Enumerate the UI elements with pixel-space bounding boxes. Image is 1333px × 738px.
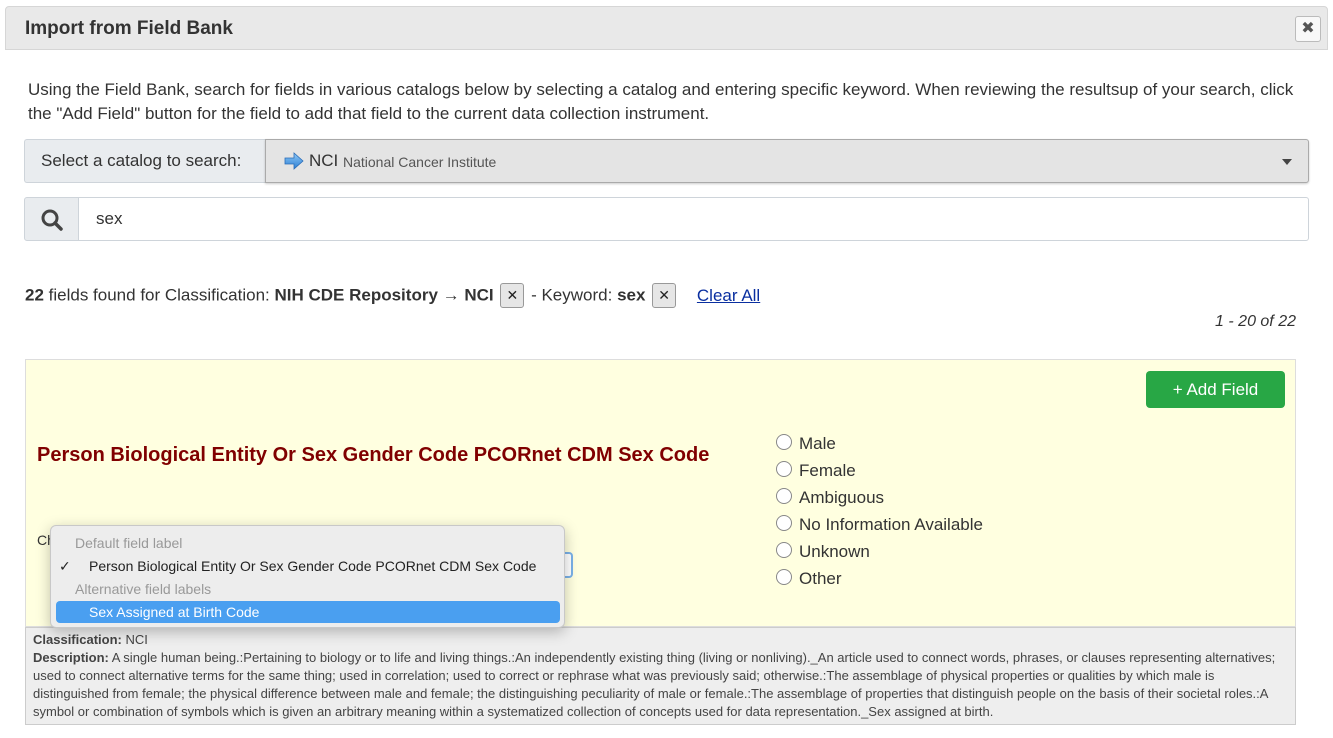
field-details: Classification: NCI Description: A singl… (25, 627, 1296, 725)
dropdown-option-highlighted[interactable]: Sex Assigned at Birth Code (56, 601, 560, 623)
radio-button[interactable] (776, 514, 792, 531)
catalog-label: Select a catalog to search: (24, 139, 266, 183)
remove-keyword-button[interactable]: ✕ (652, 283, 677, 308)
catalog-abbr: NCI (309, 151, 339, 170)
results-count: 22 (25, 285, 44, 305)
description-label: Description: (33, 650, 109, 665)
radio-button[interactable] (776, 433, 792, 450)
radio-button[interactable] (776, 541, 792, 558)
radio-button[interactable] (776, 487, 792, 504)
option-label: Unknown (799, 541, 870, 561)
option-item[interactable]: Other (776, 565, 983, 592)
radio-button[interactable] (776, 460, 792, 477)
option-label: Other (799, 568, 842, 588)
results-text: fields found for Classification: (43, 285, 275, 305)
arrow-right-icon (284, 152, 304, 170)
results-summary: 22 fields found for Classification: NIH … (25, 283, 760, 309)
field-title: Person Biological Entity Or Sex Gender C… (37, 444, 710, 466)
option-item[interactable]: Unknown (776, 538, 983, 565)
option-list: Male Female Ambiguous No Information Ava… (776, 430, 983, 592)
search-icon (41, 209, 63, 231)
option-item[interactable]: Ambiguous (776, 484, 983, 511)
option-label: Ambiguous (799, 487, 885, 507)
pager-info: 1 - 20 of 22 (1215, 313, 1296, 330)
description-text: A single human being.:Pertaining to biol… (33, 650, 1276, 719)
field-label-dropdown: Default field label ✓ Person Biological … (50, 525, 565, 628)
radio-button[interactable] (776, 568, 792, 585)
dropdown-header-alternative: Alternative field labels (75, 581, 212, 597)
classification-value: NIH CDE Repository → NCI (274, 285, 494, 305)
close-icon[interactable]: ✖ (1295, 16, 1321, 42)
search-icon-box (24, 197, 79, 241)
clear-all-link[interactable]: Clear All (697, 286, 760, 305)
remove-classification-button[interactable]: ✕ (500, 283, 525, 308)
option-item[interactable]: Female (776, 457, 983, 484)
search-row (24, 197, 1309, 241)
keyword-label: - Keyword: (526, 285, 618, 305)
modal-header: Import from Field Bank ✖ (5, 6, 1328, 50)
catalog-selector: Select a catalog to search: NCI National… (24, 139, 1309, 183)
search-input[interactable] (78, 197, 1309, 241)
catalog-select[interactable]: NCI National Cancer Institute (265, 139, 1309, 183)
option-label: No Information Available (799, 514, 983, 534)
keyword-value: sex (617, 285, 646, 305)
option-item[interactable]: No Information Available (776, 511, 983, 538)
classification-text: NCI (121, 632, 148, 647)
dropdown-option-default[interactable]: Person Biological Entity Or Sex Gender C… (89, 558, 536, 574)
option-label: Male (799, 433, 836, 453)
catalog-name: National Cancer Institute (343, 154, 497, 170)
classification-label: Classification: (33, 632, 122, 647)
intro-text: Using the Field Bank, search for fields … (28, 80, 1294, 123)
option-label: Female (799, 460, 856, 480)
option-item[interactable]: Male (776, 430, 983, 457)
chevron-down-icon (1282, 159, 1292, 165)
modal-title: Import from Field Bank (25, 18, 233, 39)
dropdown-header-default: Default field label (75, 535, 183, 551)
checkmark-icon: ✓ (59, 558, 71, 574)
add-field-button[interactable]: + Add Field (1146, 371, 1285, 408)
